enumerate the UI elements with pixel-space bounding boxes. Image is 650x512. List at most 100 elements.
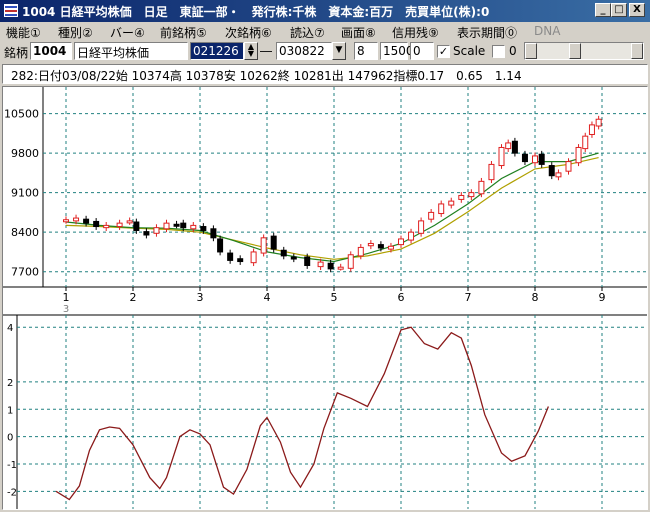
candle-body [200,226,207,231]
x-tick-label: 9 [599,291,606,304]
candle-body [468,192,475,198]
candle-body [377,244,384,249]
candle-body [521,153,528,163]
candle-body [280,249,287,257]
window-title: 1004 日経平均株価 日足 東証一部・ 発行株:千株 資本金:百万 売買単位(… [22,5,490,19]
ma-long-line [65,157,599,260]
x-tick-label: 2 [130,291,137,304]
scale-checkbox[interactable]: ✓ [437,45,450,58]
ma-short-line [65,152,599,263]
maximize-button[interactable]: □ [611,3,627,17]
price-y-tick-label: 10500 [4,108,39,121]
minimize-button[interactable]: _ [595,3,611,17]
menu-function[interactable]: 機能① [6,24,41,41]
chart-svg[interactable]: 10500 9800 9100 8400 7700 1 2 3 4 5 6 7 8 9 3 4 2 1 0 -1 -2 [3,87,647,509]
candle-body [260,237,267,254]
param-field-b[interactable]: 1500 [380,42,414,60]
end-date-field[interactable]: 030822 [276,42,332,60]
candle-body [428,211,435,220]
scale-label: Scale [453,44,486,58]
menu-type[interactable]: 種別② [58,24,93,41]
candle-body [73,217,80,222]
slider-left-arrow[interactable] [525,43,537,59]
price-y-tick-label: 9800 [11,147,39,160]
candle-body [153,227,160,234]
x-tick-label: 5 [331,291,338,304]
start-date-spinner[interactable]: ▲ ▼ [244,42,258,60]
stock-code-field[interactable]: 1004 [30,42,72,60]
osc-y-tick-label: 2 [7,378,13,389]
candle-body [210,228,217,239]
candle-body [227,252,234,261]
menu-display-period[interactable]: 表示期間⓪ [457,24,517,41]
zero-label: 0 [509,44,517,58]
candle-body [448,200,455,206]
candle-body [357,246,364,257]
osc-y-tick-label: 0 [7,433,13,444]
candle-body [190,224,197,230]
menu-dna: DNA [534,24,561,38]
candle-body [478,180,485,195]
candle-body [511,140,518,154]
candle-body [237,258,244,263]
menu-margin[interactable]: 信用残⑨ [392,24,439,41]
osc-y-tick-label: 4 [7,323,13,334]
candle-body [133,221,140,231]
quote-info-bar: 282:日付03/08/22始 10374高 10378安 10262終 102… [2,64,648,84]
candle-body [63,219,69,223]
stock-name-field[interactable]: 日経平均株価 [74,42,188,60]
candle-body [367,242,374,247]
toolbar: 銘柄 1004 日経平均株価 021226 ▲ ▼ ― 030822 ▼ 8 15… [0,40,650,62]
menu-next-stock[interactable]: 次銘柄⑥ [225,24,272,41]
param-field-a[interactable]: 8 [354,42,378,60]
candle-body [588,124,595,135]
stock-label: 銘柄 [4,46,29,60]
chart-panel[interactable]: 10500 9800 9100 8400 7700 1 2 3 4 5 6 7 8 9 3 4 2 1 0 -1 -2 [2,86,648,510]
menu-prev-stock[interactable]: 前銘柄⑤ [160,24,207,41]
candle-body [93,220,100,228]
zero-checkbox[interactable] [492,45,505,58]
title-bar[interactable]: 1004 日経平均株価 日足 東証一部・ 発行株:千株 資本金:百万 売買単位(… [0,0,650,22]
price-y-tick-label: 8400 [11,226,39,239]
candle-body [505,142,512,150]
candle-body [575,146,582,164]
candle-body [498,146,505,167]
param-field-c[interactable]: 0 [410,42,434,60]
candle-body [163,222,170,230]
candle-body [488,163,495,181]
x-tick-label: 8 [532,291,539,304]
menu-load[interactable]: 読込⑦ [290,24,325,41]
x-tick-label: 3 [197,291,204,304]
candle-body [250,251,257,264]
candle-body [438,203,445,215]
candle-body [418,220,425,234]
menu-bar: 機能① 種別② バー④ 前銘柄⑤ 次銘柄⑥ 読込⑦ 画面⑧ 信用残⑨ 表示期間⓪… [0,22,650,40]
end-date-dropdown-icon[interactable]: ▼ [332,42,346,60]
slider-thumb[interactable] [569,43,581,59]
moving-averages [65,152,599,263]
candle-body [458,194,465,200]
x-tick-label: 6 [398,291,405,304]
x-tick-label: 1 [63,291,70,304]
candle-body [83,218,90,224]
candle-body [582,135,589,150]
candle-body [398,238,404,246]
close-button[interactable]: X [629,3,645,17]
slider-right-arrow[interactable] [631,43,643,59]
candle-body [116,222,123,228]
candle-body [548,165,555,177]
oscillator-line [55,326,550,501]
menu-screen[interactable]: 画面⑧ [341,24,376,41]
candle-body [387,245,394,250]
osc-y-tick-label: 1 [7,405,13,416]
price-y-tick-label: 9100 [11,187,39,200]
date-separator: ― [260,44,272,58]
candle-body [327,262,334,270]
start-date-field[interactable]: 021226 [190,42,244,60]
candle-body [126,220,133,224]
candle-body [337,266,344,270]
osc-y-tick-label: -1 [7,460,17,471]
menu-bar-type[interactable]: バー④ [110,24,145,41]
period-slider[interactable] [524,42,644,60]
candle-body [595,118,602,127]
